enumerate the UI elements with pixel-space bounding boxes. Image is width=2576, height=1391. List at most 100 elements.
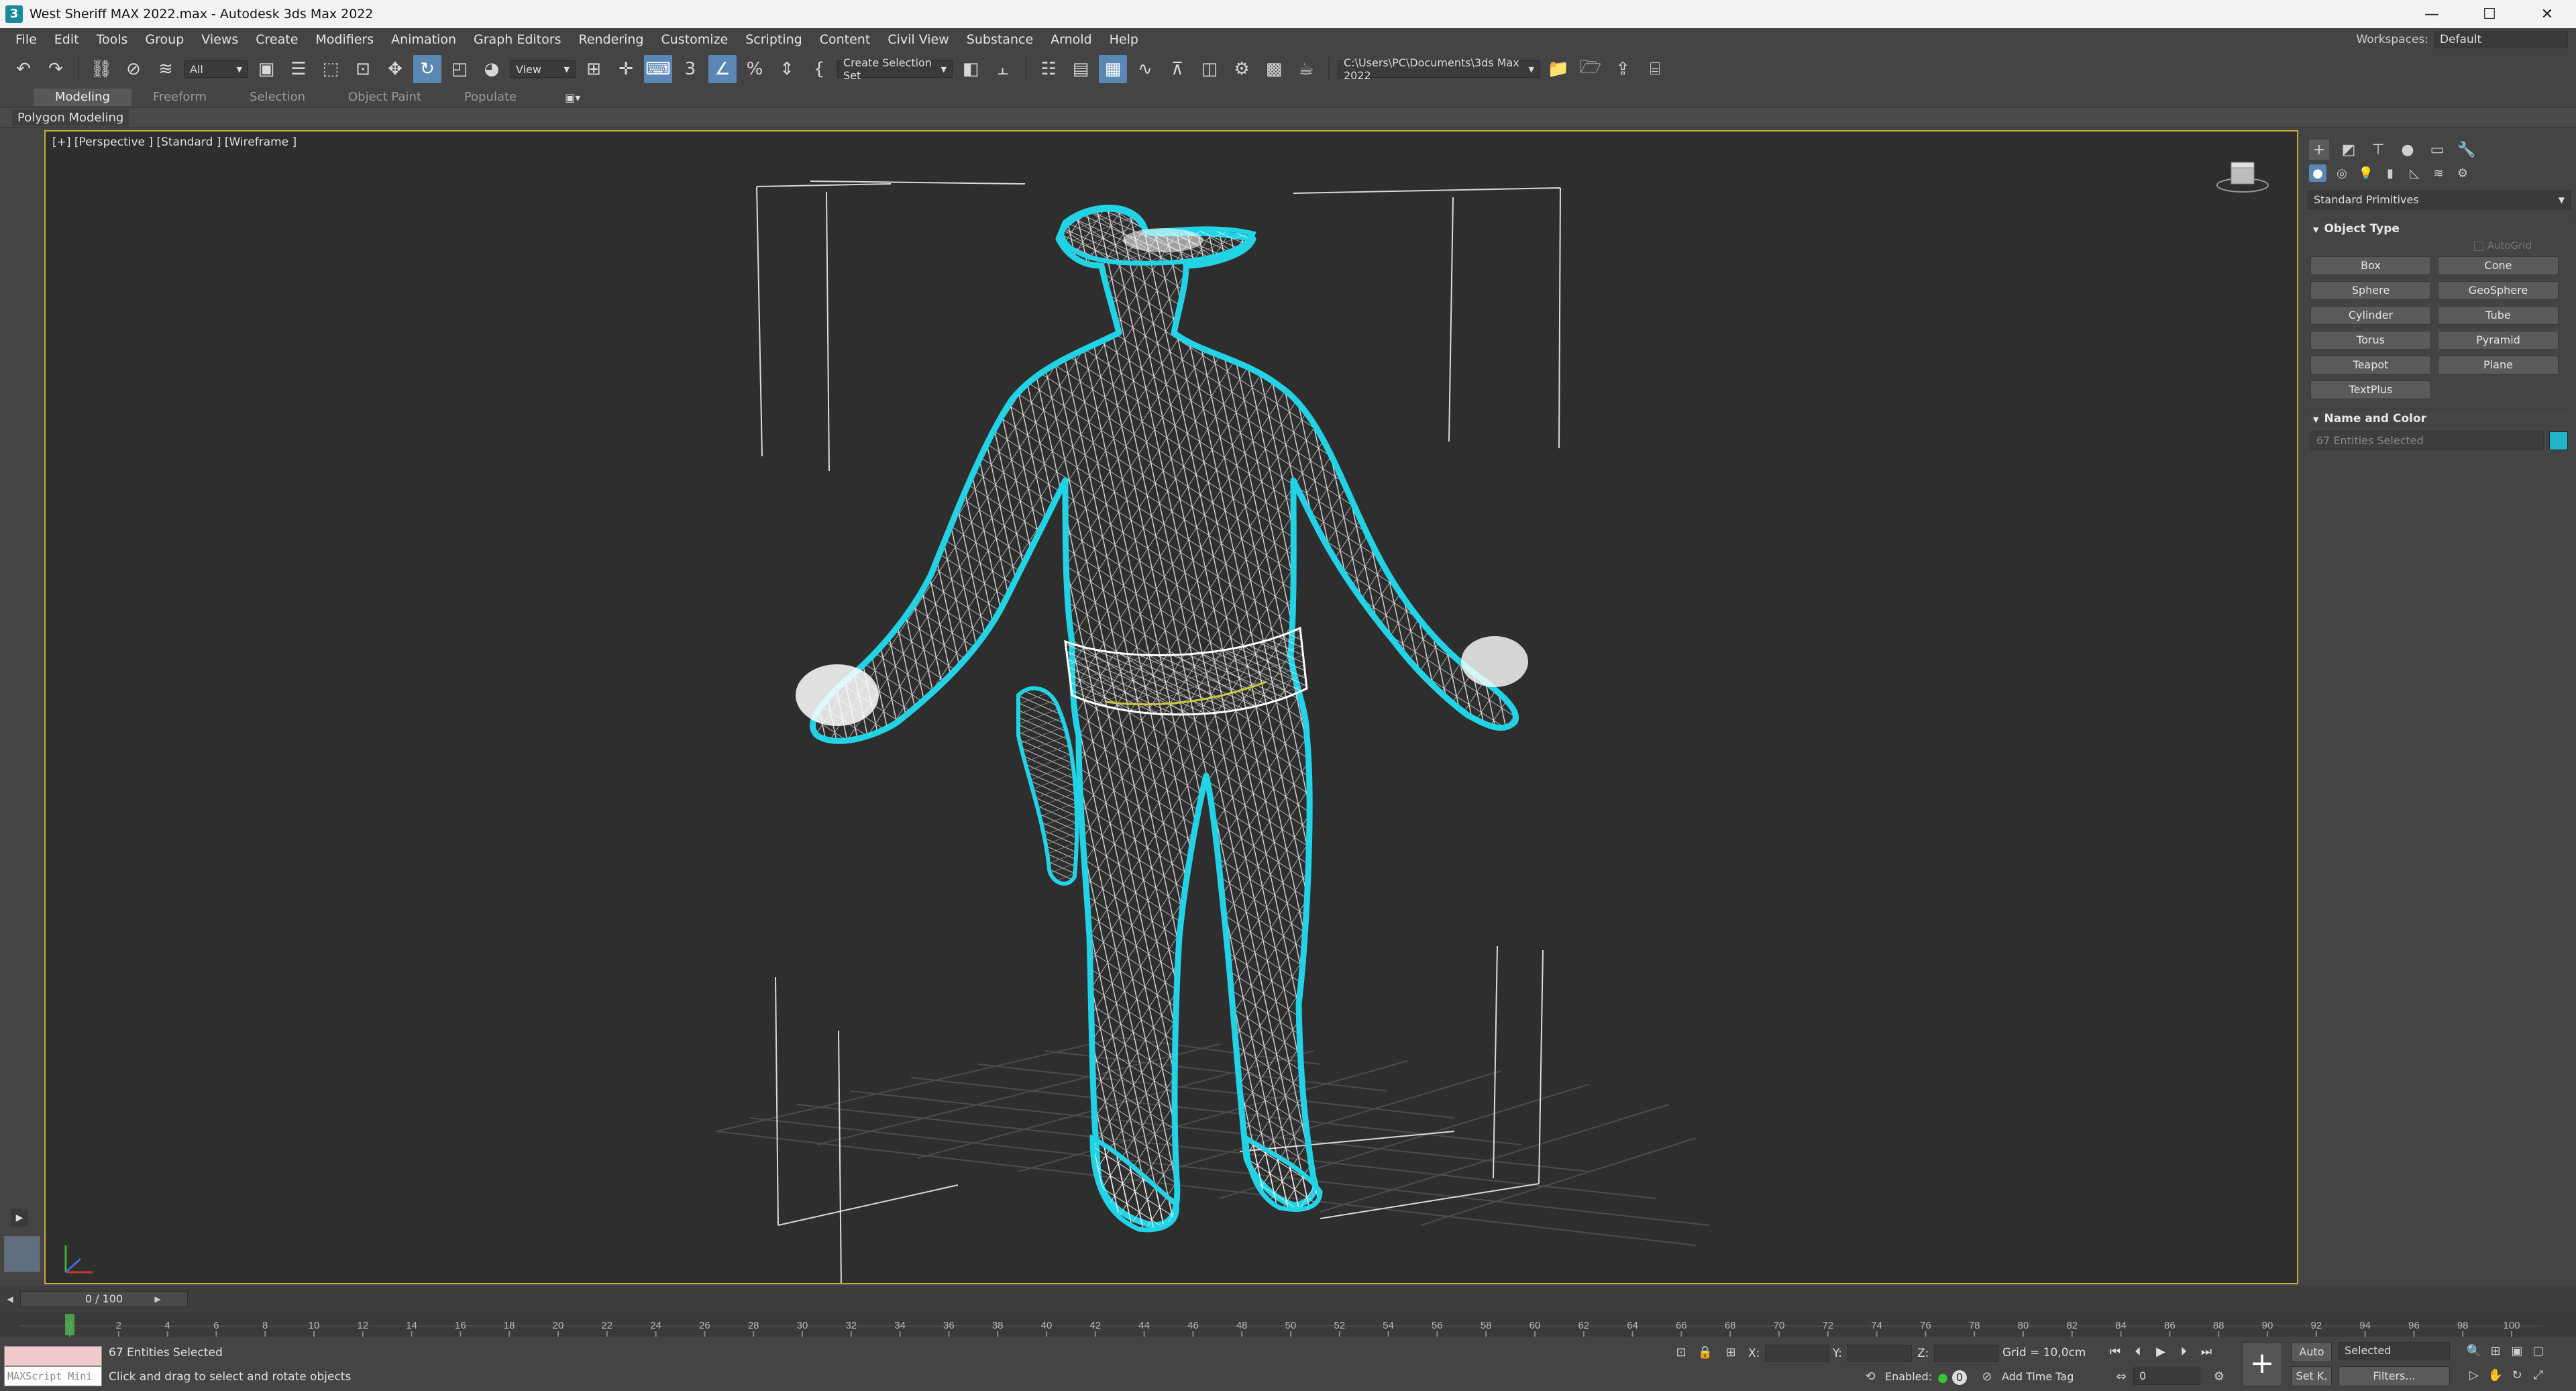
tube-button[interactable]: Tube	[2438, 306, 2559, 325]
primitive-type-dropdown[interactable]: Standard Primitives ▼	[2308, 191, 2571, 209]
viewport-layout-thumbnail[interactable]	[4, 1236, 40, 1272]
object-color-swatch[interactable]	[2549, 431, 2568, 450]
zoom-extents-icon[interactable]: ▣	[2509, 1343, 2525, 1359]
percent-snap-icon[interactable]: %	[741, 55, 769, 83]
sphere-button[interactable]: Sphere	[2310, 281, 2431, 300]
expand-layout-icon[interactable]: ▶	[11, 1209, 28, 1227]
link-icon[interactable]: ⛓	[87, 55, 115, 83]
tab-populate[interactable]: Populate	[443, 89, 538, 106]
open-folder-icon[interactable]: 🗁	[1576, 55, 1605, 83]
menu-substance[interactable]: Substance	[958, 32, 1042, 47]
time-tag-icon[interactable]: ⊘	[1979, 1369, 1995, 1385]
plane-button[interactable]: Plane	[2438, 356, 2559, 374]
time-config-icon[interactable]: ⚙	[2211, 1369, 2227, 1385]
window-crossing-icon[interactable]: ⊡	[349, 55, 377, 83]
set-key-big-icon[interactable]: +	[2242, 1342, 2282, 1386]
menu-animation[interactable]: Animation	[382, 32, 465, 47]
menu-scripting[interactable]: Scripting	[737, 32, 811, 47]
scale-icon[interactable]: ◰	[445, 55, 474, 83]
viewcube[interactable]	[2212, 156, 2273, 196]
folder-up-icon[interactable]: ⇪	[1609, 55, 1637, 83]
menu-civil-view[interactable]: Civil View	[879, 32, 957, 47]
menu-tools[interactable]: Tools	[88, 32, 137, 47]
box-button[interactable]: Box	[2310, 256, 2431, 275]
selection-lock-icon[interactable]: 🔒	[1697, 1345, 1713, 1361]
curve-editor-icon[interactable]: ∿	[1131, 55, 1159, 83]
name-color-header[interactable]: ▼ Name and Color	[2306, 409, 2572, 427]
pyramid-button[interactable]: Pyramid	[2438, 331, 2559, 350]
select-by-name-icon[interactable]: ☰	[284, 55, 313, 83]
utilities-tab-icon[interactable]: 🔧	[2457, 140, 2477, 160]
zoom-icon[interactable]: 🔍	[2466, 1343, 2482, 1359]
hierarchy-tab-icon[interactable]: ⊤	[2368, 140, 2388, 160]
geometry-icon[interactable]: ●	[2309, 164, 2326, 182]
object-name-field[interactable]: 67 Entities Selected	[2310, 431, 2544, 450]
autogrid-checkbox[interactable]	[2473, 241, 2483, 251]
systems-icon[interactable]: ⚙	[2454, 164, 2471, 182]
menu-rendering[interactable]: Rendering	[570, 32, 652, 47]
move-icon[interactable]: ✥	[381, 55, 409, 83]
space-warps-icon[interactable]: ≋	[2430, 164, 2447, 182]
layer-explorer-icon[interactable]: ▤	[1067, 55, 1095, 83]
auto-key-button[interactable]: Auto	[2292, 1342, 2332, 1362]
maxscript-output[interactable]	[4, 1346, 102, 1366]
object-type-header[interactable]: ▼ Object Type	[2306, 219, 2572, 238]
tab-object-paint[interactable]: Object Paint	[327, 89, 443, 106]
edit-named-selection-icon[interactable]: {	[805, 55, 833, 83]
undo-icon[interactable]: ↶	[9, 55, 38, 83]
track-bar[interactable]: 0246810121416182022242628303234363840424…	[0, 1312, 2576, 1337]
reference-coordinate-dropdown[interactable]: View ▼	[510, 60, 576, 78]
key-filter-dropdown[interactable]: Selected	[2339, 1342, 2450, 1359]
menu-customize[interactable]: Customize	[653, 32, 737, 47]
mirror-icon[interactable]: ◧	[957, 55, 985, 83]
motion-tab-icon[interactable]: ●	[2398, 140, 2418, 160]
go-to-end-icon[interactable]: ⏭	[2198, 1343, 2215, 1361]
cylinder-button[interactable]: Cylinder	[2310, 306, 2431, 325]
toggle-ribbon-icon[interactable]: ▦	[1099, 55, 1127, 83]
play-icon[interactable]: ▶	[2152, 1343, 2169, 1361]
render-setup-icon[interactable]: ⚙	[1228, 55, 1256, 83]
schematic-view-icon[interactable]: ⊼	[1163, 55, 1191, 83]
menu-modifiers[interactable]: Modifiers	[307, 32, 382, 47]
pan-view-icon[interactable]: ✋	[2487, 1368, 2504, 1384]
select-object-icon[interactable]: ▣	[252, 55, 280, 83]
cameras-icon[interactable]: ▮	[2381, 164, 2399, 182]
enabled-value[interactable]: 0	[1952, 1370, 1967, 1385]
rotate-icon[interactable]: ↻	[413, 55, 441, 83]
select-manipulate-icon[interactable]: ✛	[612, 55, 640, 83]
adaptive-degradation-icon[interactable]: ⟲	[1862, 1369, 1878, 1385]
spinner-snap-icon[interactable]: ⇕	[773, 55, 801, 83]
torus-button[interactable]: Torus	[2310, 331, 2431, 350]
maxscript-listener[interactable]: MAXScript Mini	[4, 1346, 102, 1388]
place-icon[interactable]: ◕	[478, 55, 506, 83]
selection-filter-dropdown[interactable]: All ▼	[184, 60, 248, 78]
tab-selection[interactable]: Selection	[228, 89, 327, 106]
maxscript-input[interactable]: MAXScript Mini	[4, 1366, 102, 1386]
zoom-all-icon[interactable]: ⊞	[2487, 1343, 2504, 1359]
textplus-button[interactable]: TextPlus	[2310, 380, 2431, 399]
tab-freeform[interactable]: Freeform	[131, 89, 228, 106]
display-tab-icon[interactable]: ▭	[2427, 140, 2447, 160]
close-button[interactable]: ✕	[2518, 0, 2576, 28]
menu-group[interactable]: Group	[136, 32, 193, 47]
menu-edit[interactable]: Edit	[46, 32, 88, 47]
menu-content[interactable]: Content	[811, 32, 879, 47]
align-icon[interactable]: ⫠	[989, 55, 1017, 83]
menu-views[interactable]: Views	[193, 32, 247, 47]
add-time-tag[interactable]: Add Time Tag	[2002, 1370, 2074, 1383]
keyboard-shortcut-override-icon[interactable]: ⌨	[644, 55, 672, 83]
set-key-button[interactable]: Set K.	[2292, 1366, 2332, 1386]
folder-settings-icon[interactable]: ⌸	[1641, 55, 1669, 83]
project-path-dropdown[interactable]: C:\Users\PC\Documents\3ds Max 2022 ▼	[1338, 56, 1540, 82]
zoom-extents-all-icon[interactable]: ▢	[2530, 1343, 2546, 1359]
modify-tab-icon[interactable]: ◩	[2339, 140, 2359, 160]
menu-file[interactable]: File	[7, 32, 46, 47]
lights-icon[interactable]: 💡	[2357, 164, 2375, 182]
unlink-icon[interactable]: ⊘	[119, 55, 148, 83]
maximize-viewport-icon[interactable]: ⤢	[2530, 1368, 2546, 1384]
polygon-modeling-label[interactable]: Polygon Modeling	[12, 109, 129, 126]
cone-button[interactable]: Cone	[2438, 256, 2559, 275]
orbit-icon[interactable]: ↻	[2509, 1368, 2525, 1384]
scene-explorer-icon[interactable]: ☷	[1034, 55, 1063, 83]
y-field[interactable]	[1847, 1345, 1912, 1362]
